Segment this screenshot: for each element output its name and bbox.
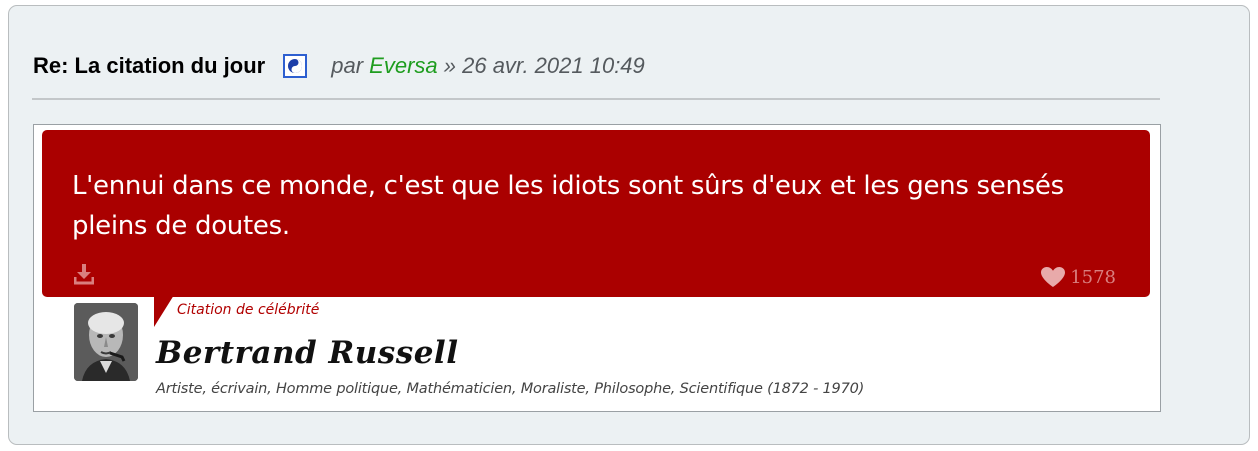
author-portrait[interactable] (74, 303, 138, 381)
download-icon[interactable] (73, 263, 95, 285)
quote-author-description: Artiste, écrivain, Homme politique, Math… (156, 381, 865, 397)
quote-text: L'ennui dans ce monde, c'est que les idi… (72, 171, 1064, 241)
post-by-prefix: par (331, 53, 364, 78)
post-title[interactable]: Re: La citation du jour (33, 53, 265, 79)
post-author-link[interactable]: Eversa (369, 53, 437, 79)
quote-author-name[interactable]: Bertrand Russell (156, 335, 459, 371)
category-tag-notch (154, 295, 174, 327)
post-type-icon[interactable] (283, 54, 308, 78)
post-header: Re: La citation du jour par Eversa » 26 … (33, 50, 645, 82)
heart-icon[interactable] (1040, 266, 1066, 288)
quote-category[interactable]: Citation de célébrité (177, 302, 319, 318)
header-divider (32, 98, 1160, 100)
post-date: » 26 avr. 2021 10:49 (443, 53, 645, 78)
quote-card: L'ennui dans ce monde, c'est que les idi… (33, 124, 1161, 412)
quote-box: L'ennui dans ce monde, c'est que les idi… (42, 130, 1150, 297)
like-count: 1578 (1070, 266, 1116, 288)
like-counter[interactable]: 1578 (1040, 266, 1116, 288)
forum-post: Re: La citation du jour par Eversa » 26 … (8, 5, 1250, 445)
